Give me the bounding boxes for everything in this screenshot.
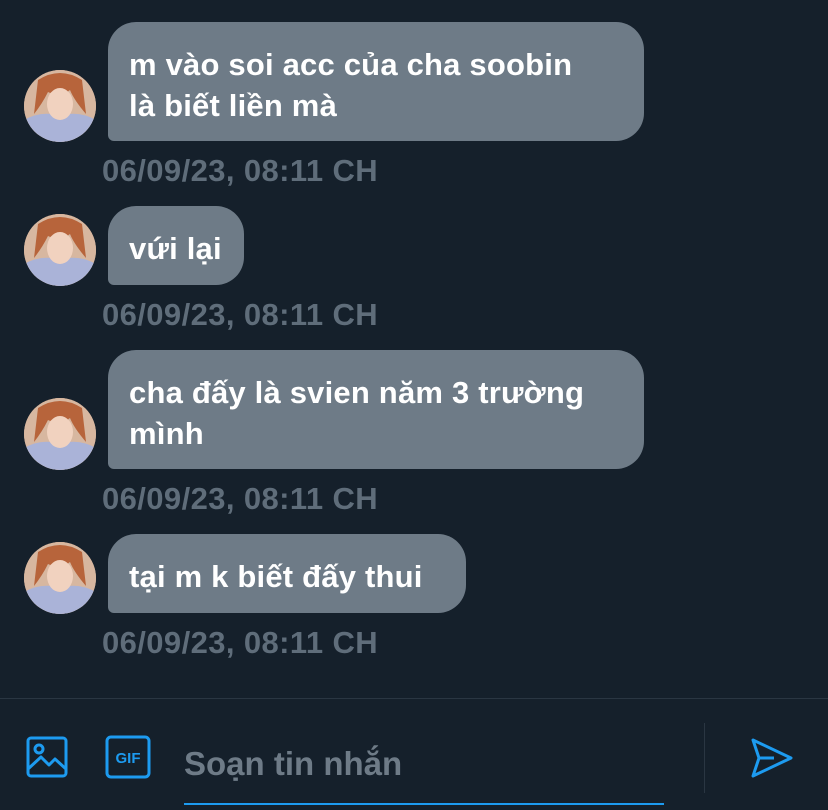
send-icon[interactable] [750,737,796,783]
message-bubble[interactable]: m vào soi acc của cha soobin là biết liề… [108,22,644,141]
avatar[interactable] [24,214,96,286]
message-timestamp: 06/09/23, 08:11 CH [102,481,379,516]
message-list: m vào soi acc của cha soobin là biết liề… [0,0,828,698]
message-bubble[interactable]: tại m k biết đấy thui [108,534,466,613]
message-text: vứi lại [129,231,222,266]
avatar[interactable] [24,70,96,142]
message-composer: GIF [0,698,828,810]
gif-icon[interactable]: GIF [105,735,151,781]
avatar[interactable] [24,542,96,614]
message-text: tại m k biết đấy thui [129,559,423,594]
message-text: cha đấy là svien năm 3 trường mình [129,375,585,451]
gif-label: GIF [116,750,141,767]
image-icon[interactable] [25,735,71,781]
message-text: m vào soi acc của cha soobin là biết liề… [129,47,573,123]
message-input[interactable] [184,725,664,805]
avatar[interactable] [24,398,96,470]
divider [704,723,705,793]
message-timestamp: 06/09/23, 08:11 CH [102,625,379,660]
message-timestamp: 06/09/23, 08:11 CH [102,297,379,332]
message-bubble[interactable]: vứi lại [108,206,244,285]
message-bubble[interactable]: cha đấy là svien năm 3 trường mình [108,350,644,469]
message-timestamp: 06/09/23, 08:11 CH [102,153,379,188]
